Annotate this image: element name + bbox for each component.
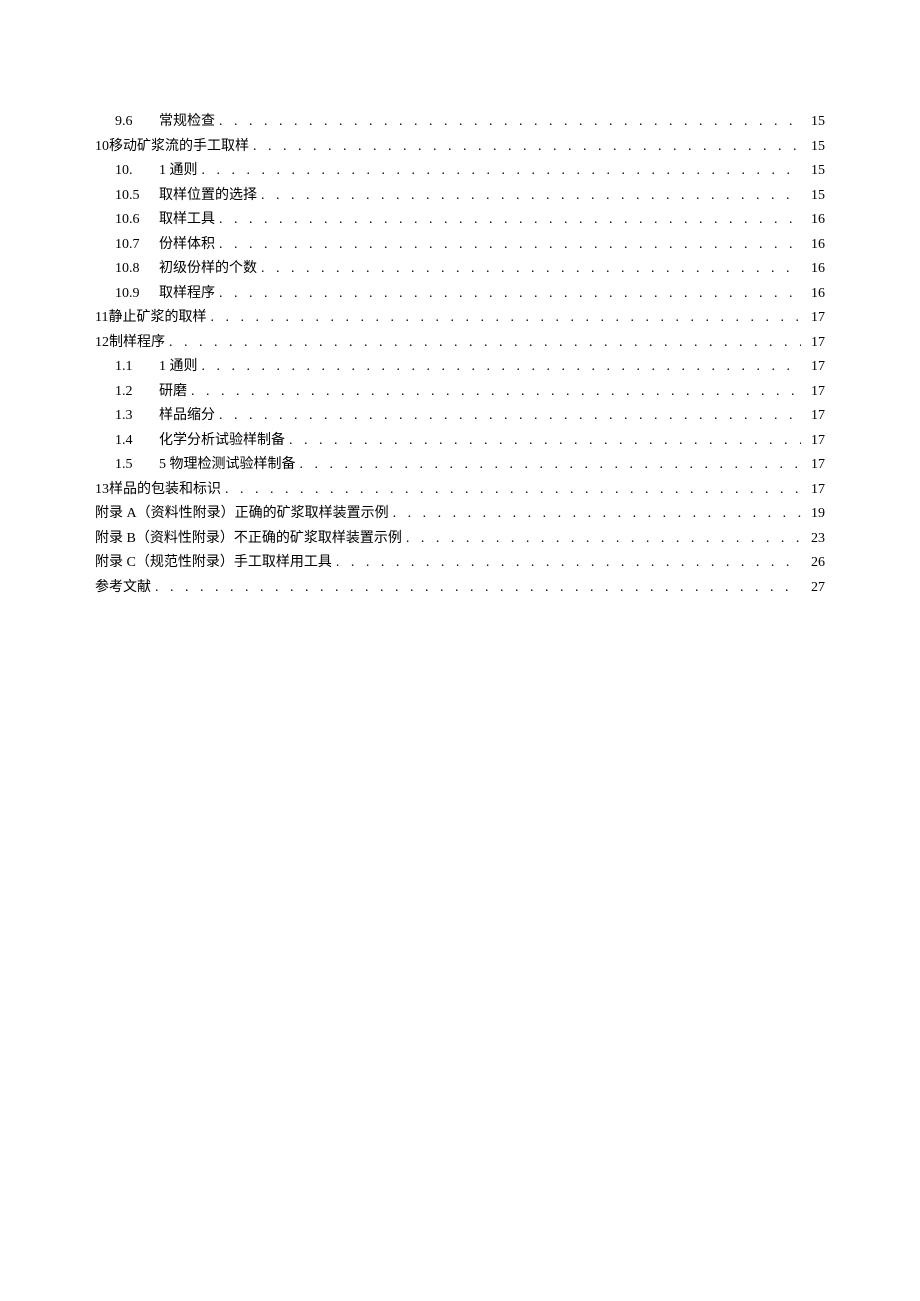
toc-entry-page: 23 — [805, 527, 825, 552]
toc-entry-page: 15 — [805, 110, 825, 135]
toc-leader-dots — [202, 159, 802, 184]
toc-entry: 9.6常规检查 15 — [95, 110, 825, 135]
toc-entry-title: 附录 C（规范性附录）手工取样用工具 — [95, 551, 332, 576]
toc-entry: 10.1 通则 15 — [95, 159, 825, 184]
toc-entry: 10.7份样体积 16 — [95, 233, 825, 258]
toc-entry-number: 1.2 — [115, 380, 159, 405]
toc-entry-title: 参考文献 — [95, 576, 151, 601]
toc-leader-dots — [219, 282, 801, 307]
toc-entry-page: 17 — [805, 478, 825, 503]
toc-entry-page: 17 — [805, 404, 825, 429]
toc-entry: 10.5取样位置的选择 15 — [95, 184, 825, 209]
toc-entry-number: 10.6 — [115, 208, 159, 233]
toc-entry-title: 取样位置的选择 — [159, 184, 257, 209]
toc-entry-number: 10 — [95, 135, 109, 160]
toc-entry: 1.3样品缩分 17 — [95, 404, 825, 429]
toc-entry-page: 15 — [805, 135, 825, 160]
toc-entry: 参考文献 27 — [95, 576, 825, 601]
toc-entry-number: 10.9 — [115, 282, 159, 307]
toc-entry-page: 27 — [805, 576, 825, 601]
toc-entry-title: 初级份样的个数 — [159, 257, 257, 282]
toc-leader-dots — [202, 355, 802, 380]
toc-entry: 13 样品的包装和标识 17 — [95, 478, 825, 503]
toc-entry-number: 9.6 — [115, 110, 159, 135]
toc-entry: 10.6取样工具 16 — [95, 208, 825, 233]
toc-entry-page: 15 — [805, 184, 825, 209]
toc-entry-page: 15 — [805, 159, 825, 184]
toc-entry-title: 研磨 — [159, 380, 187, 405]
toc-entry-page: 17 — [805, 355, 825, 380]
toc-leader-dots — [336, 551, 801, 576]
toc-leader-dots — [210, 306, 801, 331]
toc-entry-title: 样品的包装和标识 — [109, 478, 221, 503]
toc-entry-number: 13 — [95, 478, 109, 503]
toc-entry-title: 样品缩分 — [159, 404, 215, 429]
toc-entry: 10.9取样程序 16 — [95, 282, 825, 307]
toc-entry-page: 17 — [805, 429, 825, 454]
toc-entry-title: 取样工具 — [159, 208, 215, 233]
toc-leader-dots — [219, 110, 801, 135]
toc-entry-page: 16 — [805, 282, 825, 307]
toc-leader-dots — [169, 331, 801, 356]
toc-entry-title: 附录 A（资料性附录）正确的矿浆取样装置示例 — [95, 502, 389, 527]
toc-entry-number: 1.3 — [115, 404, 159, 429]
toc-entry-page: 17 — [805, 380, 825, 405]
toc-entry-page: 17 — [805, 306, 825, 331]
toc-entry: 12 制样程序 17 — [95, 331, 825, 356]
toc-entry: 附录 A（资料性附录）正确的矿浆取样装置示例 19 — [95, 502, 825, 527]
toc-entry-number: 10.8 — [115, 257, 159, 282]
toc-leader-dots — [155, 576, 801, 601]
toc-leader-dots — [393, 502, 801, 527]
toc-leader-dots — [219, 208, 801, 233]
toc-entry: 10.8初级份样的个数 16 — [95, 257, 825, 282]
toc-entry-title: 静止矿浆的取样 — [108, 306, 206, 331]
toc-leader-dots — [261, 257, 801, 282]
toc-entry-title: 份样体积 — [159, 233, 215, 258]
toc-entry-number: 10.7 — [115, 233, 159, 258]
toc-leader-dots — [300, 453, 802, 478]
toc-entry-title: 移动矿浆流的手工取样 — [109, 135, 249, 160]
toc-leader-dots — [219, 233, 801, 258]
toc-entry-page: 16 — [805, 208, 825, 233]
toc-entry: 1.4化学分析试验样制备 17 — [95, 429, 825, 454]
toc-entry-title: 附录 B（资料性附录）不正确的矿浆取样装置示例 — [95, 527, 402, 552]
toc-entry-title: 5 物理检测试验样制备 — [159, 453, 296, 478]
toc-leader-dots — [191, 380, 801, 405]
toc-entry-title: 化学分析试验样制备 — [159, 429, 285, 454]
toc-leader-dots — [289, 429, 801, 454]
toc-entry: 10 移动矿浆流的手工取样 15 — [95, 135, 825, 160]
table-of-contents: 9.6常规检查1510 移动矿浆流的手工取样1510.1 通则1510.5取样位… — [95, 110, 825, 600]
toc-entry-number: 12 — [95, 331, 109, 356]
toc-entry-title: 常规检查 — [159, 110, 215, 135]
toc-entry-page: 16 — [805, 257, 825, 282]
toc-leader-dots — [219, 404, 801, 429]
toc-leader-dots — [261, 184, 801, 209]
toc-entry-number: 11 — [95, 306, 108, 331]
toc-entry: 1.11 通则 17 — [95, 355, 825, 380]
toc-entry-title: 取样程序 — [159, 282, 215, 307]
toc-entry-title: 1 通则 — [159, 159, 198, 184]
toc-leader-dots — [406, 527, 801, 552]
toc-entry-title: 制样程序 — [109, 331, 165, 356]
toc-entry: 1.55 物理检测试验样制备 17 — [95, 453, 825, 478]
toc-leader-dots — [253, 135, 801, 160]
toc-entry-title: 1 通则 — [159, 355, 198, 380]
toc-entry-number: 10. — [115, 159, 159, 184]
toc-entry: 附录 B（资料性附录）不正确的矿浆取样装置示例 23 — [95, 527, 825, 552]
toc-entry-page: 16 — [805, 233, 825, 258]
toc-entry-number: 10.5 — [115, 184, 159, 209]
toc-entry: 附录 C（规范性附录）手工取样用工具 26 — [95, 551, 825, 576]
toc-entry-page: 26 — [805, 551, 825, 576]
toc-entry-page: 19 — [805, 502, 825, 527]
toc-entry-number: 1.5 — [115, 453, 159, 478]
toc-entry: 11 静止矿浆的取样 17 — [95, 306, 825, 331]
document-page: 9.6常规检查1510 移动矿浆流的手工取样1510.1 通则1510.5取样位… — [0, 0, 920, 600]
toc-entry-number: 1.1 — [115, 355, 159, 380]
toc-leader-dots — [225, 478, 801, 503]
toc-entry-page: 17 — [805, 453, 825, 478]
toc-entry-number: 1.4 — [115, 429, 159, 454]
toc-entry-page: 17 — [805, 331, 825, 356]
toc-entry: 1.2研磨 17 — [95, 380, 825, 405]
